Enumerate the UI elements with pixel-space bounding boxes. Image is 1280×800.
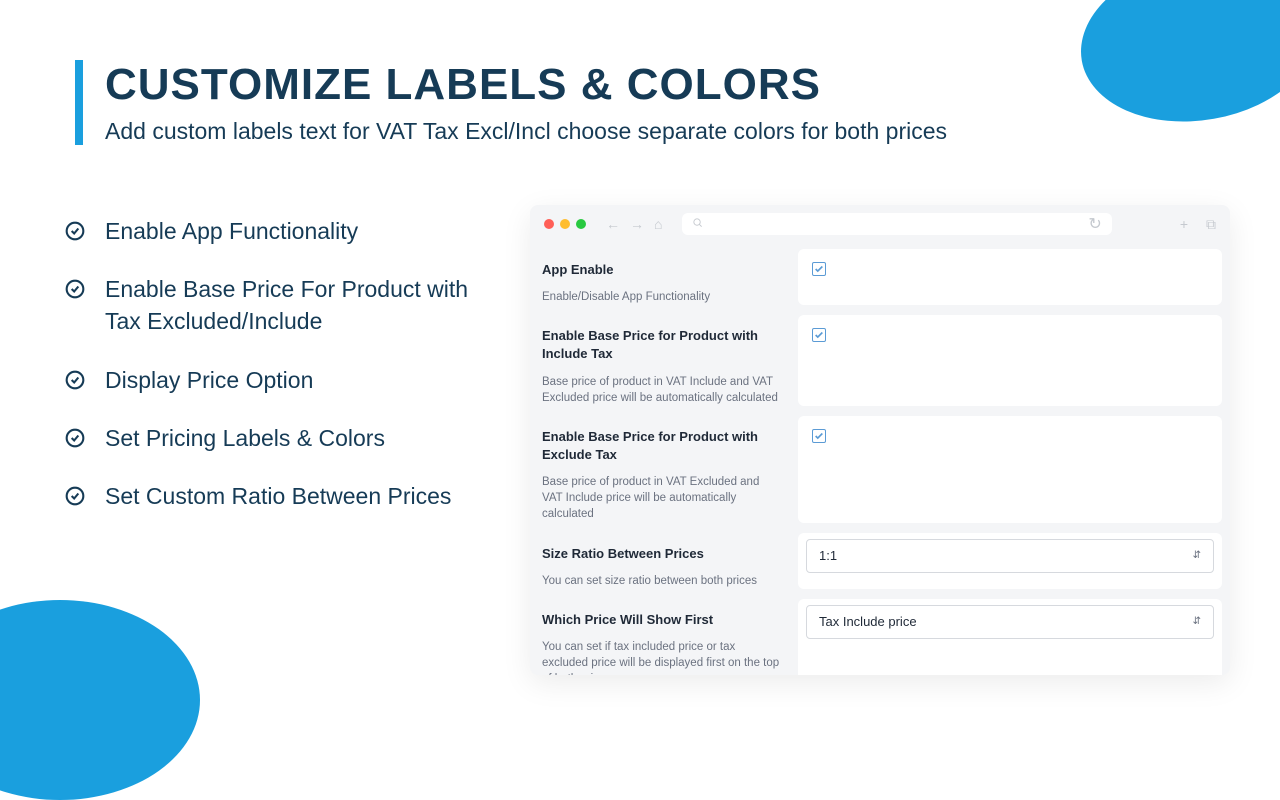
decorative-blob-bottom	[0, 600, 200, 800]
copy-icon[interactable]: ⧉	[1206, 216, 1216, 233]
feature-text: Set Pricing Labels & Colors	[105, 422, 385, 454]
feature-list: Enable App Functionality Enable Base Pri…	[65, 215, 505, 538]
new-tab-icon[interactable]: +	[1180, 216, 1188, 232]
check-circle-icon	[65, 278, 85, 305]
check-circle-icon	[65, 369, 85, 396]
setting-row-base-exclude: Enable Base Price for Product with Exclu…	[538, 416, 1222, 523]
page-header: CUSTOMIZE LABELS & COLORS Add custom lab…	[75, 60, 947, 145]
feature-item: Set Pricing Labels & Colors	[65, 422, 505, 454]
feature-text: Enable Base Price For Product with Tax E…	[105, 273, 505, 337]
setting-row-base-include: Enable Base Price for Product with Inclu…	[538, 315, 1222, 406]
check-circle-icon	[65, 485, 85, 512]
forward-icon[interactable]: →	[630, 216, 644, 232]
setting-desc: You can set size ratio between both pric…	[542, 573, 782, 589]
page-subtitle: Add custom labels text for VAT Tax Excl/…	[105, 118, 947, 145]
app-enable-checkbox[interactable]	[812, 262, 826, 276]
feature-item: Display Price Option	[65, 364, 505, 396]
base-include-checkbox[interactable]	[812, 328, 826, 342]
base-exclude-checkbox[interactable]	[812, 429, 826, 443]
setting-row-app-enable: App Enable Enable/Disable App Functional…	[538, 249, 1222, 305]
setting-title: Enable Base Price for Product with Inclu…	[542, 327, 782, 363]
setting-title: Which Price Will Show First	[542, 611, 782, 629]
setting-desc: You can set if tax included price or tax…	[542, 639, 782, 675]
feature-item: Enable Base Price For Product with Tax E…	[65, 273, 505, 337]
first-price-select[interactable]: Tax Include price ⇵	[806, 605, 1214, 639]
back-icon[interactable]: ←	[606, 216, 620, 232]
feature-text: Display Price Option	[105, 364, 313, 396]
feature-text: Set Custom Ratio Between Prices	[105, 480, 451, 512]
setting-desc: Base price of product in VAT Excluded an…	[542, 474, 782, 522]
setting-row-ratio: Size Ratio Between Prices You can set si…	[538, 533, 1222, 589]
settings-panel: App Enable Enable/Disable App Functional…	[530, 243, 1230, 675]
setting-title: App Enable	[542, 261, 782, 279]
setting-desc: Base price of product in VAT Include and…	[542, 374, 782, 406]
check-circle-icon	[65, 427, 85, 454]
setting-row-which-first: Which Price Will Show First You can set …	[538, 599, 1222, 675]
decorative-blob-top	[1068, 0, 1280, 140]
window-maximize-icon[interactable]	[576, 219, 586, 229]
window-close-icon[interactable]	[544, 219, 554, 229]
search-icon	[692, 215, 703, 233]
setting-desc: Enable/Disable App Functionality	[542, 289, 782, 305]
window-minimize-icon[interactable]	[560, 219, 570, 229]
ratio-select[interactable]: 1:1 ⇵	[806, 539, 1214, 573]
browser-titlebar: ← → ⌂ ↻ + ⧉	[530, 205, 1230, 243]
refresh-icon[interactable]: ↻	[1088, 214, 1101, 234]
home-icon[interactable]: ⌂	[654, 216, 662, 232]
chevron-updown-icon: ⇵	[1193, 616, 1201, 627]
feature-item: Enable App Functionality	[65, 215, 505, 247]
browser-window: ← → ⌂ ↻ + ⧉ App Enable Enable/Disable Ap…	[530, 205, 1230, 675]
url-bar[interactable]: ↻	[682, 213, 1111, 235]
feature-item: Set Custom Ratio Between Prices	[65, 480, 505, 512]
select-value: Tax Include price	[819, 614, 917, 629]
feature-text: Enable App Functionality	[105, 215, 358, 247]
setting-title: Enable Base Price for Product with Exclu…	[542, 428, 782, 464]
chevron-updown-icon: ⇵	[1193, 550, 1201, 561]
setting-title: Size Ratio Between Prices	[542, 545, 782, 563]
check-circle-icon	[65, 220, 85, 247]
page-title: CUSTOMIZE LABELS & COLORS	[105, 60, 947, 110]
select-value: 1:1	[819, 548, 837, 563]
